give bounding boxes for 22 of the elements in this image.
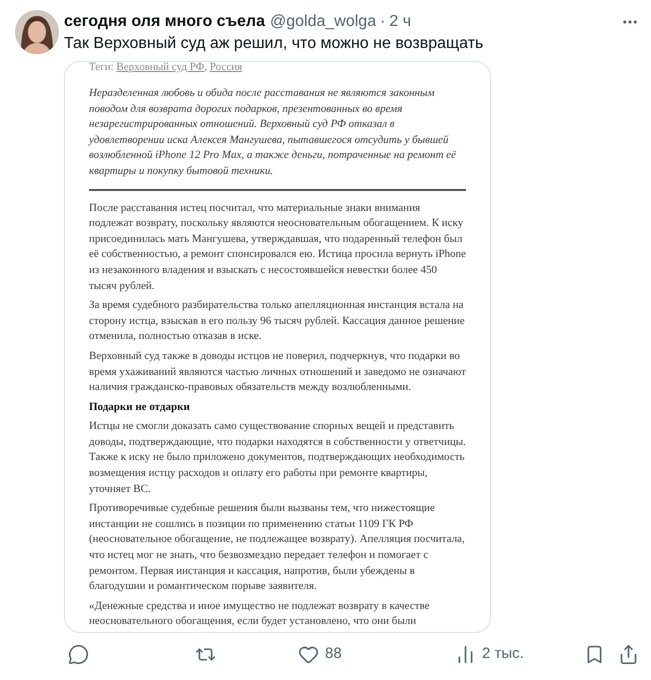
article-paragraph: Верховный суд также в доводы истцов не поверил, подчеркнув, что подарки во время ухаживаний являются частью личных отношений и заведомо не означают наличия гражданско-правовых обязательств между возлюбленными. (89, 348, 466, 396)
tags-line: Теги: Верховный суд РФ, Россия (89, 62, 244, 73)
author-name[interactable]: сегодня оля много съела (64, 10, 265, 34)
share-button[interactable] (618, 644, 639, 665)
attached-image[interactable] (64, 61, 491, 633)
article-paragraph: Противоречивые судебные решения были вызваны тем, что нижестоящие инстанции не сошлись в позиции по применению статьи 1109 ГК РФ (неосновательное обогащение, не подлежащее возврату). Апелляция посчитала, что истец мог не знать, что безвозмездно передает телефон и помогает с ремонтом. Первая инстанция и кассация, напротив, были убеждены в благодушии и романтическом порыве заявителя. (89, 501, 466, 594)
author-handle[interactable]: @golda_wolga (270, 10, 376, 34)
post-text: Так Верховный суд аж решил, что можно не возвращать (64, 34, 484, 54)
article-lead: Неразделенная любовь и обида после расставания не являются законным поводом для возврата дорогих подарков, презентованных во время незарегистрированных отношений. Верховный суд РФ отказал в удовлетворении иска Алексея Мангушева, пытавшегося отсудить у бывшей возлюбленной iPhone 12 Pro Max, а также деньги, потраченные на ремонт её квартиры и покупку бытовой техники. (89, 86, 458, 179)
like-button[interactable]: 88 (298, 643, 342, 666)
views-button[interactable]: 2 тыс. (455, 643, 524, 666)
reply-icon (68, 644, 89, 665)
share-icon (618, 644, 639, 665)
reply-button[interactable] (68, 644, 89, 665)
article-paragraph: За время судебного разбирательства только апелляционная инстанция встала на сторону истца, взыскав в его пользу 96 тысяч рублей. Кассация данное решение отменила, полностью отказав в иске. (89, 298, 466, 344)
separator: · (380, 12, 386, 32)
post-time[interactable]: 2 ч (389, 10, 412, 34)
article-subheading: Подарки не отдарки (89, 400, 191, 415)
article-paragraph: После расставания истец посчитал, что материальные знаки внимания подлежат возврату, поскольку являются неосновательным обогащением. К иску присоединилась мать Мангушева, утверждавшая, что подаренный телефон был её собственностью, а ремонт спонсировался ею. Истица просила вернуть iPhone из незаконного владения и взыскать с несостоявшейся невестки более 450 тысяч рублей. (89, 200, 466, 294)
article-paragraph: Истцы не смогли доказать само существование спорных вещей и представить доводы, подтверждающие, что подарки находятся в собственности у ответчицы. Также к иску не было приложено документов, подтверждающих необходимость возмещения истцу расходов и оплату его работы при ремонте квартиры, уточняет ВС. (89, 419, 466, 497)
like-icon (298, 644, 319, 665)
article-paragraph: «Денежные средства и иное имущество не подлежат возврату в качестве неосновательного обогащения, если будет установлено, что они были (89, 598, 431, 630)
